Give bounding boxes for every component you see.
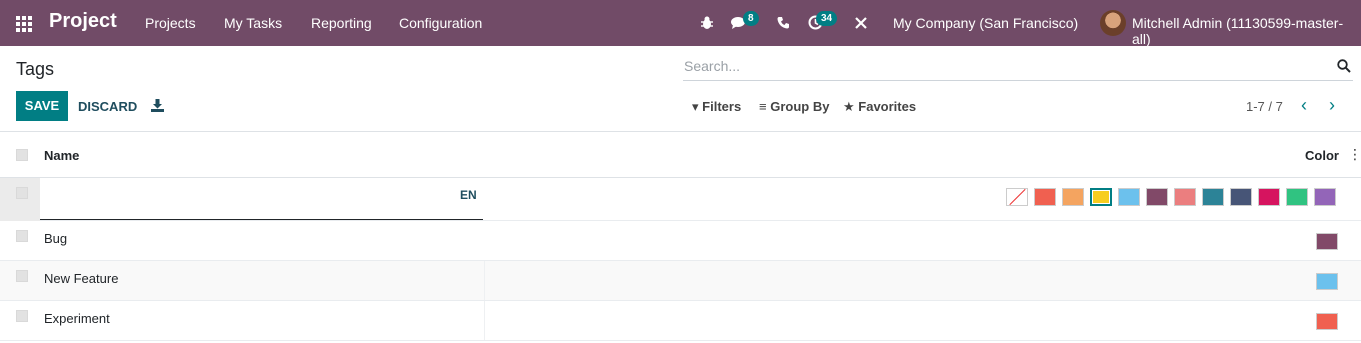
select-all-checkbox[interactable] (16, 149, 28, 161)
color-swatch[interactable] (1174, 188, 1196, 206)
groupby-button[interactable]: ≡ Group By (759, 99, 829, 114)
table-row[interactable]: Experiment (0, 301, 1361, 341)
favorites-label: Favorites (858, 99, 917, 114)
color-swatch[interactable] (1034, 188, 1056, 206)
menu-projects[interactable]: Projects (145, 15, 196, 31)
tag-color-swatch[interactable] (1316, 313, 1338, 330)
color-swatch[interactable] (1118, 188, 1140, 206)
color-swatch[interactable] (1258, 188, 1280, 206)
tag-name[interactable]: Bug (44, 231, 67, 246)
cell-divider (484, 261, 485, 300)
optional-columns-icon[interactable]: ⋮ (1348, 146, 1361, 163)
tag-color-swatch[interactable] (1316, 273, 1338, 290)
activities-badge: 34 (816, 11, 838, 26)
user-menu[interactable]: Mitchell Admin (11130599-master-all) (1132, 15, 1361, 47)
row-checkbox[interactable] (16, 310, 28, 322)
row-checkbox[interactable] (16, 230, 28, 242)
save-button[interactable]: SAVE (16, 91, 68, 121)
pager-next-icon[interactable]: › (1329, 95, 1335, 116)
menu-configuration[interactable]: Configuration (399, 15, 482, 31)
row-selector[interactable] (0, 178, 40, 221)
filters-label: Filters (702, 99, 742, 114)
discard-button[interactable]: DISCARD (78, 99, 137, 114)
color-swatch[interactable] (1090, 188, 1112, 206)
menu-my-tasks[interactable]: My Tasks (224, 15, 282, 31)
table-row[interactable]: Bug (0, 221, 1361, 261)
row-checkbox[interactable] (16, 270, 28, 282)
cell-divider (484, 301, 485, 340)
download-icon[interactable] (151, 99, 164, 112)
search-bar (683, 55, 1353, 81)
editable-row: EN (0, 178, 1361, 221)
translate-language-button[interactable]: EN (460, 188, 477, 202)
column-header-color[interactable]: Color (1305, 148, 1339, 163)
color-swatch[interactable] (1202, 188, 1224, 206)
page-title[interactable]: Tags (16, 59, 54, 80)
tag-name-input[interactable] (40, 178, 483, 220)
color-swatch[interactable] (1146, 188, 1168, 206)
column-header-name[interactable]: Name (44, 148, 79, 163)
table-row[interactable]: New Feature (0, 261, 1361, 301)
color-swatch[interactable] (1230, 188, 1252, 206)
apps-icon[interactable] (16, 16, 32, 32)
list-header: Name Color ⋮ (0, 132, 1361, 178)
color-swatch-none[interactable] (1006, 188, 1028, 206)
messages-badge: 8 (743, 11, 759, 26)
pager-previous-icon[interactable]: ‹ (1301, 95, 1307, 116)
color-swatch[interactable] (1062, 188, 1084, 206)
tools-icon[interactable] (854, 16, 868, 30)
filter-icon: ▾ (692, 99, 699, 114)
favorites-button[interactable]: ★ Favorites (843, 99, 916, 115)
pager-value[interactable]: 1-7 / 7 (1246, 99, 1283, 114)
tag-name[interactable]: New Feature (44, 271, 118, 286)
tag-color-swatch[interactable] (1316, 233, 1338, 250)
filters-button[interactable]: ▾ Filters (692, 99, 741, 115)
tag-name[interactable]: Experiment (44, 311, 110, 326)
app-brand[interactable]: Project (49, 10, 117, 33)
list-icon: ≡ (759, 99, 767, 114)
search-input[interactable] (684, 58, 1324, 74)
color-palette (1006, 188, 1342, 206)
star-icon: ★ (843, 99, 855, 114)
color-swatch[interactable] (1314, 188, 1336, 206)
company-switcher[interactable]: My Company (San Francisco) (893, 15, 1078, 31)
color-swatch[interactable] (1286, 188, 1308, 206)
row-checkbox[interactable] (16, 187, 28, 199)
phone-icon[interactable] (777, 16, 790, 29)
menu-reporting[interactable]: Reporting (311, 15, 372, 31)
search-icon[interactable] (1337, 59, 1351, 73)
groupby-label: Group By (770, 99, 830, 114)
avatar[interactable] (1100, 10, 1126, 36)
bug-icon[interactable] (700, 15, 714, 30)
top-navbar: Project Projects My Tasks Reporting Conf… (0, 0, 1361, 47)
